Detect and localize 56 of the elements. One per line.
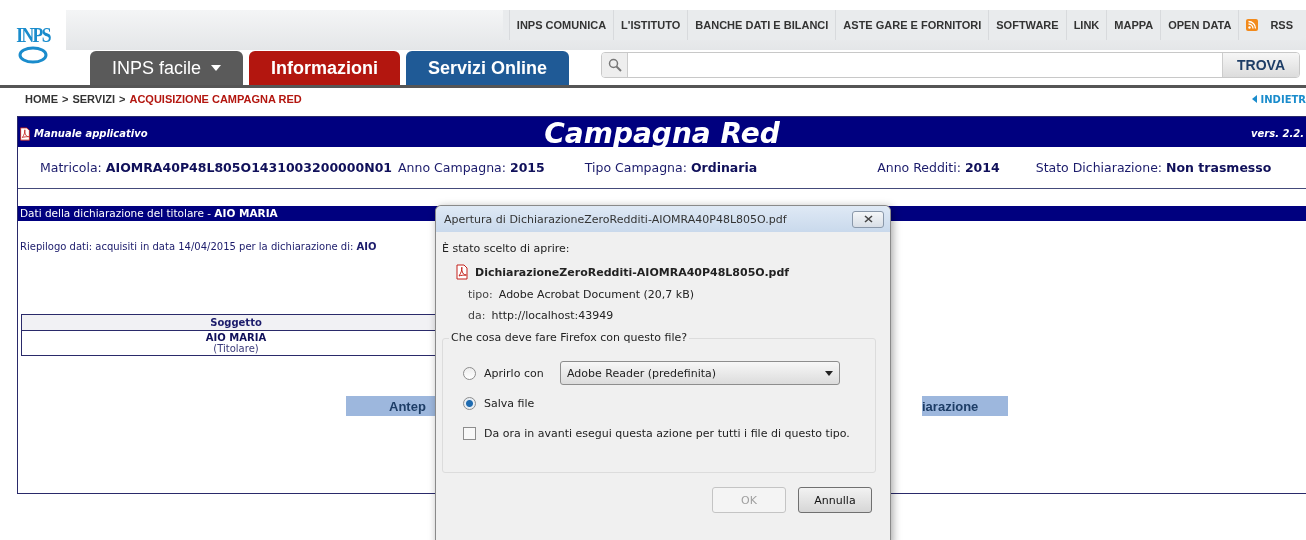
pdf-icon [18,126,32,141]
breadcrumb-separator: > [62,93,69,105]
meta-label: tipo: [468,288,493,301]
top-nav-link[interactable]: L'ISTITUTO [613,10,688,40]
app-dropdown[interactable]: Adobe Reader (predefinita) [560,361,840,385]
info-field: Tipo Campagna: Ordinaria [584,160,758,175]
top-nav-link[interactable]: SOFTWARE [988,10,1066,40]
breadcrumb-separator: > [119,93,126,105]
version-text: vers. 2.2. [1251,128,1305,139]
radio-label[interactable]: Aprirlo con [484,366,546,380]
meta-value: Adobe Acrobat Document (20,7 kB) [498,288,694,301]
radio-label[interactable]: Salva file [484,396,546,410]
checkbox-label[interactable]: Da ora in avanti esegui questa azione per tutti i file di questo tipo. [484,426,850,440]
dialog-intro: È stato scelto di aprire: [442,242,571,255]
caret-icon [825,370,833,376]
close-icon [863,215,873,223]
radio-button[interactable] [463,366,476,380]
dialog-button[interactable]: Annulla [798,487,872,513]
back-link[interactable]: INDIETR [1251,93,1306,105]
search-icon [607,58,622,72]
rss-icon [1246,19,1259,31]
search-field[interactable]: TROVA [601,52,1300,78]
info-field: Anno Campagna: 2015 [398,160,545,175]
info-field: Anno Redditi: 2014 [877,160,1000,175]
group-legend: Che cosa deve fare Firefox con questo file? [449,331,690,344]
breadcrumb-link[interactable]: HOME [25,93,58,105]
rss-link[interactable]: RSS [1238,10,1300,40]
breadcrumb-link[interactable]: SERVIZI [72,93,116,105]
nav-tab[interactable]: INPS facile [90,51,244,85]
top-nav-link[interactable]: INPS COMUNICA [508,10,614,40]
top-nav-link[interactable]: BANCHE DATI E BILANCI [687,10,836,40]
meta-value: http://localhost:43949 [491,309,614,322]
top-nav-link[interactable]: MAPPA [1106,10,1161,40]
manual-link[interactable]: Manuale applicativo [18,126,545,141]
radio-button[interactable] [463,396,476,410]
action-button[interactable]: iarazione [922,396,1008,416]
nav-tab[interactable]: Servizi Online [406,51,570,85]
info-field: Matricola: AIOMRA40P48L805O1431003200000N01 [40,160,393,175]
subject-name: AIO MARIA [204,332,268,343]
subject-role: (Titolare) [212,343,260,354]
file-name: DichiarazioneZeroRedditi-AIOMRA40P48L805O.pdf [475,265,790,279]
summary-text: Riepilogo dati: acquisiti in data 14/04/2015 per la dichiarazione di: AIO [19,241,377,252]
nav-tab[interactable]: Informazioni [249,51,401,85]
top-nav-link[interactable]: ASTE GARE E FORNITORI [835,10,989,40]
top-nav-link[interactable]: OPEN DATA [1160,10,1239,40]
search-button[interactable]: TROVA [1222,53,1299,77]
top-nav-link[interactable]: LINK [1065,10,1107,40]
pdf-icon [454,264,470,280]
logo-text: INPS [16,24,50,46]
meta-label: da: [468,309,486,322]
left-triangle-icon [1251,95,1257,103]
breadcrumb-link[interactable]: ACQUISIZIONE CAMPAGNA RED [129,93,302,105]
page-title: Campagna Red [544,117,780,150]
close-button[interactable] [852,210,884,228]
info-field: Stato Dichiarazione: Non trasmesso [1035,160,1272,175]
checkbox[interactable] [463,426,476,440]
